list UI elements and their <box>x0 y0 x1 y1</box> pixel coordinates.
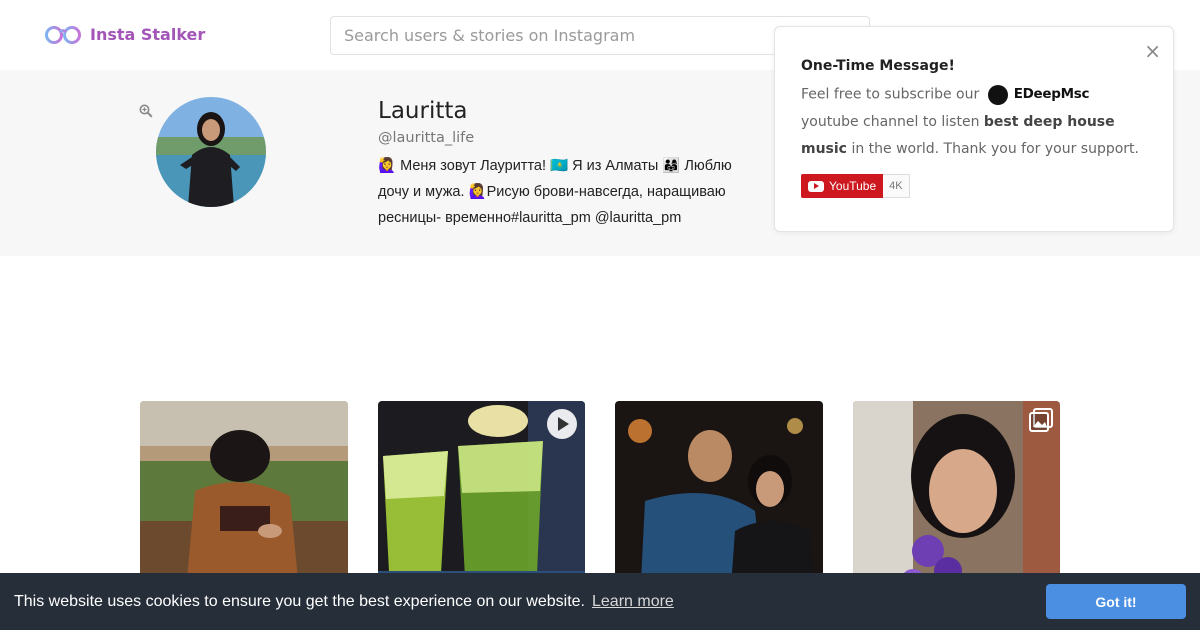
accept-cookies-button[interactable]: Got it! <box>1046 584 1186 619</box>
app-name: Insta Stalker <box>90 24 206 44</box>
zoom-in-icon[interactable] <box>139 104 153 118</box>
post-item[interactable] <box>140 401 348 601</box>
channel-link[interactable]: EDeepMsc <box>987 81 1090 108</box>
one-time-message-popup: × One-Time Message! Feel free to subscri… <box>774 26 1174 232</box>
avatar[interactable] <box>156 97 266 207</box>
channel-logo-icon <box>987 84 1008 105</box>
binoculars-icon <box>45 26 81 44</box>
cookie-message: This website uses cookies to ensure you … <box>14 592 585 610</box>
popup-title: One-Time Message! <box>801 58 955 74</box>
popup-text-intro: Feel free to subscribe our <box>801 86 980 103</box>
post-item[interactable] <box>615 401 823 601</box>
subscriber-count: 4K <box>883 174 910 198</box>
gallery-icon <box>1029 408 1053 432</box>
popup-text-end: in the world. Thank you for your support… <box>851 140 1139 157</box>
youtube-label: YouTube <box>829 179 877 193</box>
popup-message: Feel free to subscribe our EDeepMsc yout… <box>801 81 1151 163</box>
logo[interactable]: Insta Stalker <box>44 22 205 46</box>
learn-more-link[interactable]: Learn more <box>592 593 674 611</box>
posts-grid <box>140 401 1060 601</box>
cookie-banner: This website uses cookies to ensure you … <box>0 573 1200 630</box>
video-play-icon <box>547 409 577 439</box>
youtube-subscribe[interactable]: YouTube 4K <box>801 174 910 198</box>
post-item[interactable] <box>377 401 585 601</box>
youtube-icon <box>808 180 824 192</box>
close-icon[interactable]: × <box>1144 41 1161 61</box>
profile-name: Lauritta <box>378 98 468 124</box>
profile-handle: @lauritta_life <box>378 130 475 146</box>
post-item[interactable] <box>852 401 1060 601</box>
popup-text-middle: youtube channel to listen <box>801 113 980 130</box>
channel-name: EDeepMsc <box>1013 86 1090 102</box>
profile-bio: 🙋‍♀ Меня зовут Лауритта! 🇰🇿 Я из Алматы … <box>378 158 732 226</box>
youtube-button[interactable]: YouTube <box>801 174 884 198</box>
